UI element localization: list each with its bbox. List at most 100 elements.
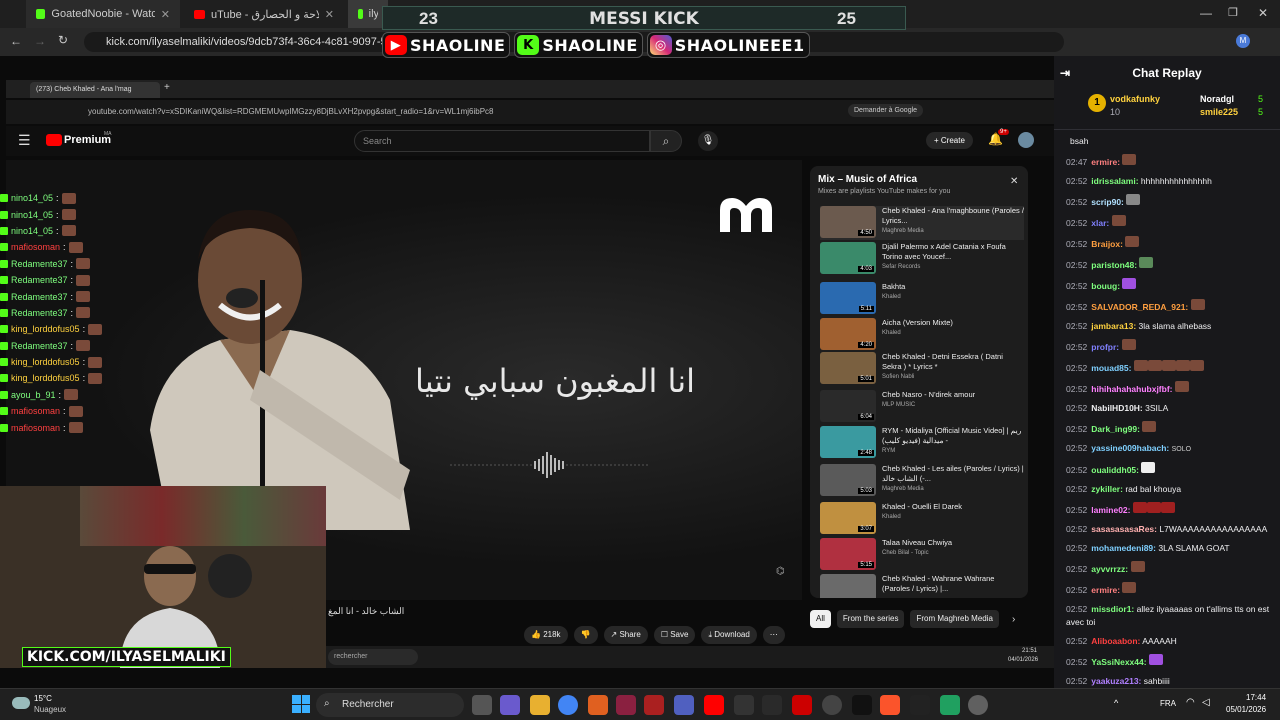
maximize-button[interactable]: ❐ [1228,6,1238,19]
emote-icon [1174,381,1189,392]
menu-icon[interactable]: ☰ [18,132,31,149]
emote-icon [88,372,103,384]
language-indicator[interactable]: FRA [1160,699,1176,708]
windows-start-icon[interactable] [292,695,310,713]
app-icon[interactable] [762,695,782,715]
wifi-icon[interactable]: ◠ [1186,697,1195,708]
leader-name: smile225 [1200,107,1239,117]
chip-all[interactable]: All [810,610,831,628]
ask-google-button[interactable]: Demander à Google [848,104,924,117]
playlist-item[interactable]: 4:20 Aicha (Version Mixte) Khaled [820,318,1024,352]
netflix-icon[interactable] [792,695,812,715]
save-button[interactable]: ☐ Save [653,626,696,644]
file-explorer-icon[interactable] [530,695,550,715]
download-button[interactable]: ⤓ Download [701,626,757,644]
dislike-button[interactable]: 👎 [573,626,598,644]
outer-tab-2[interactable]: uTube - منتخب الفلاحة و الحصارق ✕ [184,0,344,28]
playlist-item[interactable]: Cheb Khaled - Wahrane Wahrane (Paroles /… [820,574,1024,598]
emote-icon [1111,215,1126,226]
weather-temp[interactable]: 15°C [34,694,52,703]
emote-icon [1122,582,1137,593]
emote-icon [76,258,91,270]
search-icon[interactable]: ⌕ [650,130,682,152]
close-icon[interactable]: ✕ [325,8,334,21]
app-icon[interactable] [644,695,664,715]
playlist-item[interactable]: 2:48 RYM - Midaliya [Official Music Video… [820,426,1024,460]
emote-icon [1142,421,1157,432]
account-avatar[interactable] [1018,132,1034,148]
video-thumbnail: 5:11 [820,282,876,314]
window-close-button[interactable]: ✕ [1258,6,1268,20]
minimize-button[interactable]: — [1200,6,1212,20]
chip-from-maghreb-media[interactable]: From Maghreb Media [910,610,999,628]
chat-line: ayou_b_91: [0,387,120,403]
playlist-item[interactable]: 5:03 Cheb Khaled - Les ailes (Paroles / L… [820,464,1024,498]
create-button[interactable]: + Create [926,132,973,149]
playlist-item[interactable]: 4:50 Cheb Khaled - Ana l'maghboune (Parol… [820,206,1024,240]
youtube-icon[interactable] [704,695,724,715]
taskbar-search-input[interactable]: ⌕ Rechercher [316,693,464,717]
playlist-item[interactable]: 3:07 Khaled - Ouelli El Darek Khaled [820,502,1024,536]
reload-icon[interactable]: ↻ [58,33,68,47]
playlist-item[interactable]: 5:01 Cheb Khaled - Detni Essekra ( Datni … [820,352,1024,386]
chip-from-series[interactable]: From the series [836,610,905,628]
playlist-item[interactable]: 4:03 Djalil Palermo x Adel Catania x Fouf… [820,242,1024,276]
like-button[interactable]: 👍 218k [524,626,568,644]
emote-icon [1148,654,1163,665]
settings-icon[interactable] [968,695,988,715]
clock-date[interactable]: 05/01/2026 [1226,705,1266,714]
kick-url-banner: KICK.COM/ILYASELMALIKI [22,647,231,667]
cloud-icon[interactable] [12,697,30,709]
webcam-feed [0,486,326,668]
task-view-icon[interactable] [472,695,492,715]
close-icon[interactable]: ✕ [1010,176,1018,187]
chat-line: nino14_05: [0,190,120,206]
kick-badge-icon [0,292,8,301]
teams-icon[interactable] [674,695,694,715]
back-icon[interactable]: ← [10,34,22,48]
chat-message: 02:52 zykiller: rad bal khouya [1066,484,1182,494]
chevron-right-icon[interactable]: › [1012,614,1015,625]
volume-icon[interactable]: ◁ [1202,697,1210,708]
youtube-search-input[interactable]: Search [354,130,650,152]
chat-message: 02:52 jambara13: 3la slama alhebass [1066,321,1212,331]
instagram-icon: ◎ [649,35,672,55]
mic-icon[interactable]: 🎙 [698,131,718,151]
clock-time[interactable]: 17:44 [1246,693,1266,702]
forward-icon[interactable]: → [34,34,46,48]
profile-avatar[interactable]: M [1236,34,1250,48]
collapse-chat-icon[interactable]: ⇥ [1060,66,1070,80]
tray-chevron-icon[interactable]: ^ [1114,698,1118,708]
outer-tab-1[interactable]: GoatedNoobie - Watch the VO ✕ [26,0,180,28]
share-button[interactable]: ↗ Share [603,626,648,644]
playlist-item[interactable]: 5:15 Talaa Niveau Chwiya Cheb Bilal - Topi… [820,538,1024,572]
chat-line: mafiosoman: [0,419,120,435]
chat-message: 02:52 yassine009habach: SOLO [1066,443,1192,453]
playlist-item[interactable]: 5:11 Bakhta Khaled [820,282,1024,316]
app-icon[interactable] [734,695,754,715]
emote-icon [68,405,83,417]
chat-message: 02:52 ayvvrrzz: [1054,558,1280,579]
app-icon[interactable] [852,695,872,715]
windows-taskbar: 15°C Nuageux ⌕ Rechercher ^ FRA ◠ ◁ 17:4… [0,688,1280,720]
chat-line: Redamente37: [0,338,120,354]
app-icon[interactable] [588,695,608,715]
app-icon[interactable] [616,695,636,715]
chrome-icon[interactable] [558,695,578,715]
chat-message: 02:52 idrissalami: hhhhhhhhhhhhhhh [1066,176,1212,186]
weather-desc[interactable]: Nuageux [34,705,66,714]
new-tab-icon[interactable]: + [164,82,170,93]
app-icon[interactable] [940,695,960,715]
app-icon[interactable] [910,695,930,715]
close-icon[interactable]: ✕ [161,8,170,21]
more-button[interactable]: ⋯ [762,626,785,644]
youtube-logo-icon[interactable] [46,134,62,146]
app-icon[interactable] [822,695,842,715]
playlist-item[interactable]: 6:04 Cheb Nasro - N'direk amour MLP MUSIC [820,390,1024,424]
inner-taskbar-search[interactable]: rechercher [328,649,418,665]
inner-tab[interactable]: (273) Cheb Khaled - Ana l'mag [30,82,160,98]
brave-icon[interactable] [880,695,900,715]
chat-message: 02:52 Braijox: [1054,233,1280,254]
copilot-icon[interactable] [500,695,520,715]
inner-url-field[interactable]: youtube.com/watch?v=xSDIKaniWQ&list=RDGM… [88,104,838,120]
